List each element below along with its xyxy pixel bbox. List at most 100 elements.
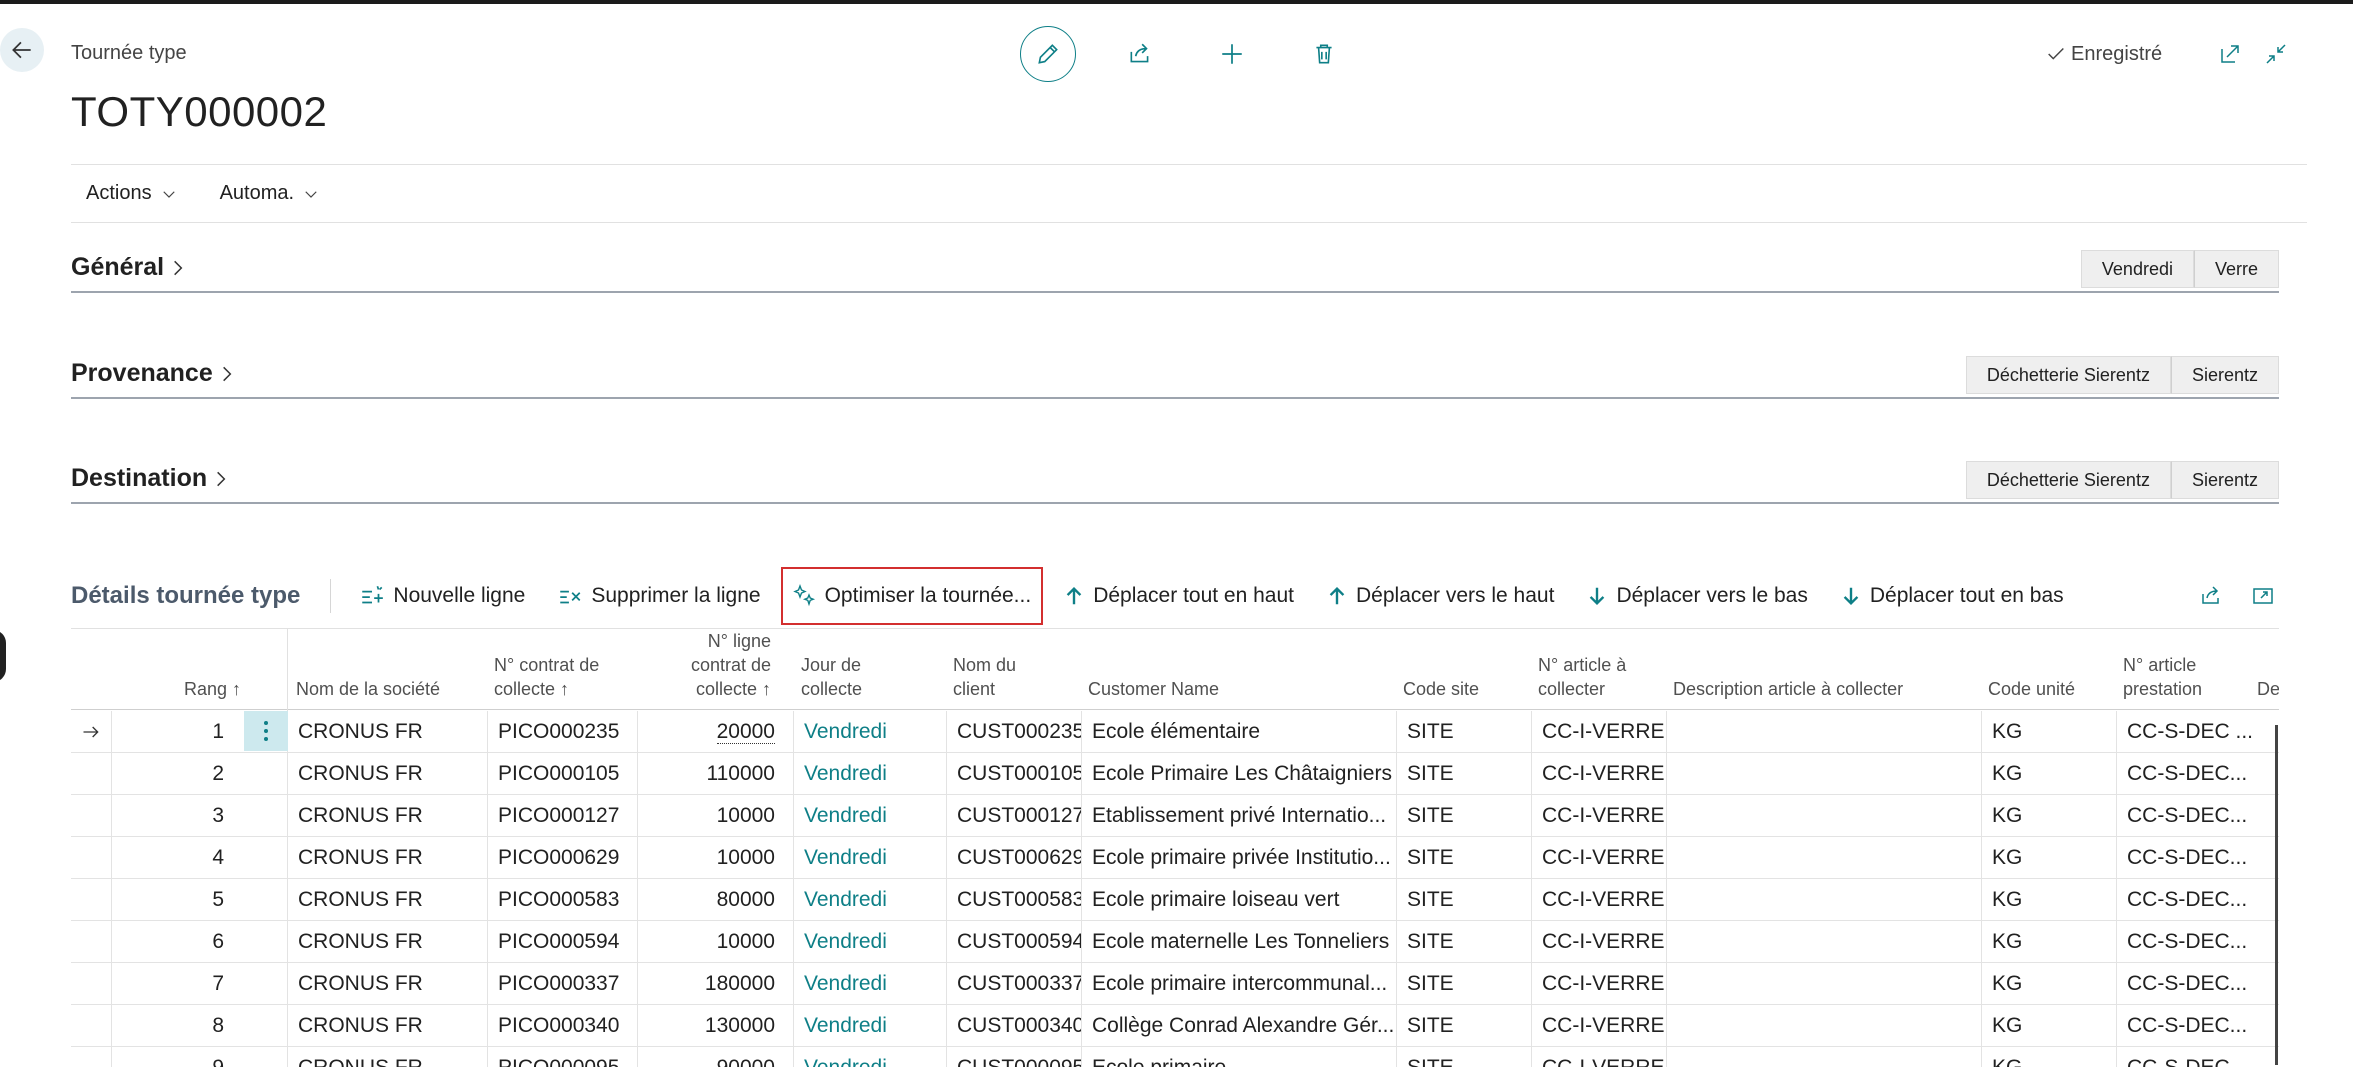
cell-customer-name[interactable]: Etablissement privé Internatio...	[1081, 795, 1396, 837]
table-row[interactable]: 6 CRONUS FR PICO000594 10000 Vendredi CU…	[71, 921, 2279, 963]
cell-unit[interactable]: KG	[1981, 1047, 2116, 1067]
col-item[interactable]: N° article à collecter	[1538, 629, 1668, 711]
cell-company[interactable]: CRONUS FR	[287, 711, 487, 753]
collapse-button[interactable]	[2260, 38, 2292, 70]
cell-day[interactable]: Vendredi	[793, 753, 946, 795]
cell-client[interactable]: CUST000594	[946, 921, 1081, 963]
cell-line[interactable]: 10000	[637, 837, 793, 879]
cell-site-code[interactable]: SITE	[1396, 837, 1531, 879]
cell-item[interactable]: CC-I-VERRE	[1531, 753, 1666, 795]
cell-contract[interactable]: PICO000340	[487, 1005, 637, 1047]
actions-menu[interactable]: Actions	[86, 182, 178, 205]
cell-service[interactable]: CC-S-DEC...	[2116, 963, 2252, 1005]
summary-chip[interactable]: Déchetterie Sierentz	[1965, 461, 2171, 499]
cell-day[interactable]: Vendredi	[793, 963, 946, 1005]
cell-site-code[interactable]: SITE	[1396, 753, 1531, 795]
cell-line[interactable]: 130000	[637, 1005, 793, 1047]
col-unit[interactable]: Code unité	[1988, 629, 2118, 711]
cell-customer-name[interactable]: Collège Conrad Alexandre Gér...	[1081, 1005, 1396, 1047]
open-new-window-button[interactable]	[2214, 38, 2246, 70]
cell-contract[interactable]: PICO000095	[487, 1047, 637, 1067]
cell-line[interactable]: 180000	[637, 963, 793, 1005]
cell-item[interactable]: CC-I-VERRE	[1531, 795, 1666, 837]
cell-item[interactable]: CC-I-VERRE	[1531, 1047, 1666, 1067]
table-row[interactable]: 1 CRONUS FR PICO000235 20000 Vendredi CU…	[71, 711, 2279, 753]
cell-item-description[interactable]	[1666, 711, 1981, 753]
col-line[interactable]: N° ligne contrat de collecte ↑	[631, 629, 771, 711]
col-customer-name[interactable]: Customer Name	[1088, 629, 1388, 711]
summary-chip[interactable]: Vendredi	[2080, 250, 2194, 288]
cell-item-description[interactable]	[1666, 921, 1981, 963]
cell-client[interactable]: CUST000337	[946, 963, 1081, 1005]
cell-item-description[interactable]	[1666, 1047, 1981, 1067]
cell-line[interactable]: 110000	[637, 753, 793, 795]
section-general-header[interactable]: Général	[71, 253, 188, 282]
cell-rank[interactable]: 9	[111, 1047, 244, 1067]
col-item-description[interactable]: Description article à collecter	[1673, 629, 1973, 711]
cell-customer-name[interactable]: Ecole maternelle Les Tonneliers	[1081, 921, 1396, 963]
table-row[interactable]: 3 CRONUS FR PICO000127 10000 Vendredi CU…	[71, 795, 2279, 837]
cell-unit[interactable]: KG	[1981, 711, 2116, 753]
cell-customer-name[interactable]: Ecole primaire	[1081, 1047, 1396, 1067]
lines-title[interactable]: Détails tournée type	[71, 582, 300, 610]
cell-item-description[interactable]	[1666, 837, 1981, 879]
col-client[interactable]: Nom du client	[953, 629, 1073, 711]
cell-item[interactable]: CC-I-VERRE	[1531, 711, 1666, 753]
cell-client[interactable]: CUST000095	[946, 1047, 1081, 1067]
cell-service[interactable]: CC-S-DEC...	[2116, 921, 2252, 963]
cell-service[interactable]: CC-S-DEC...	[2116, 1047, 2252, 1067]
cell-line[interactable]: 80000	[637, 879, 793, 921]
col-rank[interactable]: Rang ↑	[111, 629, 259, 711]
cell-site-code[interactable]: SITE	[1396, 921, 1531, 963]
cell-unit[interactable]: KG	[1981, 921, 2116, 963]
cell-company[interactable]: CRONUS FR	[287, 879, 487, 921]
cell-unit[interactable]: KG	[1981, 1005, 2116, 1047]
cell-service[interactable]: CC-S-DEC...	[2116, 879, 2252, 921]
table-row[interactable]: 9 CRONUS FR PICO000095 90000 Vendredi CU…	[71, 1047, 2279, 1067]
cell-contract[interactable]: PICO000594	[487, 921, 637, 963]
row-actions-button[interactable]	[244, 711, 288, 751]
cell-line-value[interactable]: 20000	[716, 720, 775, 744]
cell-day[interactable]: Vendredi	[793, 1005, 946, 1047]
cell-rank[interactable]: 2	[111, 753, 244, 795]
new-line-button[interactable]: Nouvelle ligne	[359, 576, 525, 616]
cell-rank[interactable]: 1	[111, 711, 244, 753]
cell-service[interactable]: CC-S-DEC ...	[2116, 711, 2252, 753]
cell-customer-name[interactable]: Ecole primaire loiseau vert	[1081, 879, 1396, 921]
cell-day[interactable]: Vendredi	[793, 711, 946, 753]
cell-client[interactable]: CUST000583	[946, 879, 1081, 921]
cell-contract[interactable]: PICO000105	[487, 753, 637, 795]
cell-company[interactable]: CRONUS FR	[287, 837, 487, 879]
cell-item[interactable]: CC-I-VERRE	[1531, 879, 1666, 921]
summary-chip[interactable]: Verre	[2193, 250, 2279, 288]
cell-company[interactable]: CRONUS FR	[287, 753, 487, 795]
table-row[interactable]: 4 CRONUS FR PICO000629 10000 Vendredi CU…	[71, 837, 2279, 879]
cell-site-code[interactable]: SITE	[1396, 711, 1531, 753]
cell-service[interactable]: CC-S-DEC...	[2116, 837, 2252, 879]
cell-unit[interactable]: KG	[1981, 879, 2116, 921]
cell-company[interactable]: CRONUS FR	[287, 921, 487, 963]
cell-client[interactable]: CUST000105	[946, 753, 1081, 795]
cell-line[interactable]: 90000	[637, 1047, 793, 1067]
table-row[interactable]: 2 CRONUS FR PICO000105 110000 Vendredi C…	[71, 753, 2279, 795]
cell-contract[interactable]: PICO000629	[487, 837, 637, 879]
cell-rank[interactable]: 7	[111, 963, 244, 1005]
cell-unit[interactable]: KG	[1981, 963, 2116, 1005]
summary-chip[interactable]: Sierentz	[2170, 461, 2279, 499]
edit-button[interactable]	[1020, 26, 1076, 82]
section-destination-header[interactable]: Destination	[71, 464, 231, 493]
cell-day[interactable]: Vendredi	[793, 921, 946, 963]
cell-contract[interactable]: PICO000337	[487, 963, 637, 1005]
cell-unit[interactable]: KG	[1981, 837, 2116, 879]
cell-company[interactable]: CRONUS FR	[287, 1005, 487, 1047]
optimize-route-button[interactable]: Optimiser la tournée...	[780, 567, 1044, 625]
cell-company[interactable]: CRONUS FR	[287, 795, 487, 837]
cell-client[interactable]: CUST000127	[946, 795, 1081, 837]
cell-unit[interactable]: KG	[1981, 753, 2116, 795]
cell-unit[interactable]: KG	[1981, 795, 2116, 837]
cell-company[interactable]: CRONUS FR	[287, 1047, 487, 1067]
move-bottom-button[interactable]: Déplacer tout en bas	[1840, 576, 2064, 616]
cell-day[interactable]: Vendredi	[793, 837, 946, 879]
delete-button[interactable]	[1296, 26, 1352, 82]
summary-chip[interactable]: Sierentz	[2170, 356, 2279, 394]
